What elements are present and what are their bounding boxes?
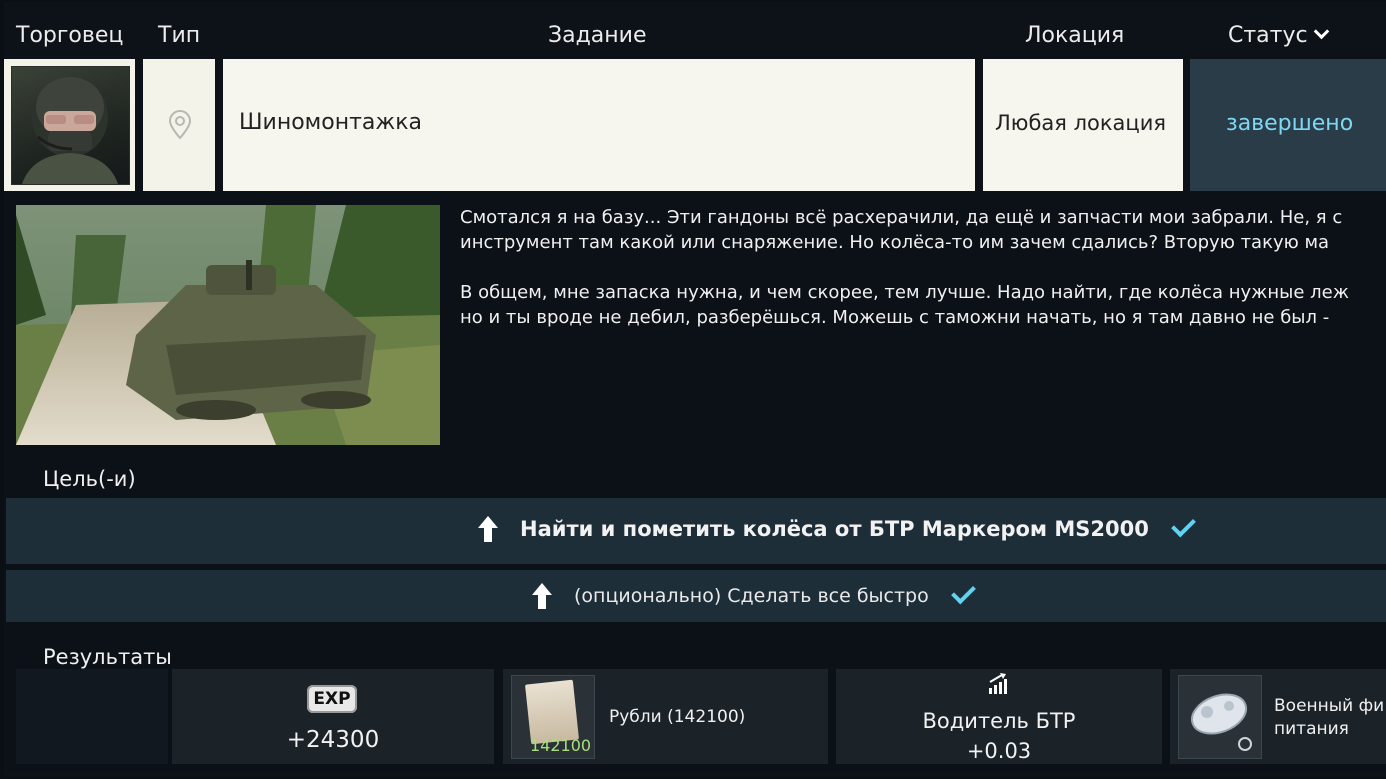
- item-label-line: Военный фи: [1274, 696, 1385, 716]
- quest-name-cell[interactable]: Шиномонтажка: [223, 59, 975, 191]
- column-header-status[interactable]: Статус: [1228, 20, 1329, 52]
- description-line: но и ты вроде не дебил, разберёшься. Мож…: [460, 307, 1330, 328]
- exp-icon: EXP: [307, 685, 357, 713]
- trader-avatar: [11, 66, 130, 185]
- arrow-up-icon: [478, 516, 498, 542]
- item-label-line: питания: [1274, 719, 1349, 739]
- reward-experience[interactable]: EXP +24300: [172, 669, 494, 764]
- column-header-trader[interactable]: Торговец: [16, 20, 123, 52]
- column-header-type[interactable]: Тип: [158, 20, 200, 52]
- arrow-up-icon: [532, 583, 552, 609]
- goals-heading: Цель(-и): [43, 467, 136, 491]
- description-paragraph-2: В общем, мне запаска нужна, и чем скорее…: [460, 280, 1386, 330]
- quest-description: Смотался я на базу... Эти гандоны всё ра…: [460, 205, 1386, 355]
- reward-slot-empty: [16, 669, 168, 764]
- reward-item[interactable]: Военный фи питания: [1170, 669, 1386, 764]
- chevron-down-icon: [1313, 23, 1329, 40]
- reward-rubles[interactable]: 142100 Рубли (142100): [503, 669, 828, 764]
- description-line: Смотался я на базу... Эти гандоны всё ра…: [460, 207, 1343, 228]
- rubles-stack-count: 142100: [530, 736, 592, 755]
- goal-text: Найти и пометить колёса от БТР Маркером …: [520, 517, 1149, 541]
- skill-up-icon: [989, 673, 1007, 694]
- results-heading: Результаты: [43, 645, 172, 669]
- map-pin-icon: [168, 110, 192, 140]
- column-header-task[interactable]: Задание: [548, 20, 647, 52]
- exp-value: +24300: [286, 727, 380, 753]
- goal-row[interactable]: Найти и пометить колёса от БТР Маркером …: [6, 498, 1386, 564]
- quest-type-cell[interactable]: [143, 59, 215, 191]
- quest-status-cell[interactable]: завершено: [1190, 59, 1386, 191]
- description-line: инструмент там какой или снаряжение. Но …: [460, 232, 1330, 253]
- goal-row[interactable]: (опционально) Сделать все быстро: [6, 570, 1386, 622]
- trader-avatar-cell[interactable]: [4, 59, 135, 191]
- quest-status: завершено: [1226, 111, 1354, 136]
- rubles-item-icon: 142100: [511, 675, 595, 759]
- goal-text: (опционально) Сделать все быстро: [574, 585, 929, 607]
- skill-name: Водитель БТР: [922, 709, 1076, 733]
- status-header-label: Статус: [1228, 23, 1308, 48]
- description-line: В общем, мне запаска нужна, и чем скорее…: [460, 282, 1349, 303]
- check-icon: [950, 579, 976, 605]
- item-label: Военный фи питания: [1274, 695, 1384, 741]
- filter-item-icon: [1178, 675, 1262, 759]
- rubles-label: Рубли (142100): [609, 707, 746, 727]
- quest-location-cell[interactable]: Любая локация: [983, 59, 1183, 191]
- reward-skill[interactable]: Водитель БТР +0.03: [836, 669, 1162, 764]
- quest-image: [16, 205, 440, 445]
- quest-name: Шиномонтажка: [239, 110, 422, 135]
- quest-location: Любая локация: [995, 111, 1166, 135]
- banknote-icon: [524, 679, 580, 745]
- column-header-location[interactable]: Локация: [1025, 20, 1124, 52]
- description-paragraph-1: Смотался я на базу... Эти гандоны всё ра…: [460, 205, 1386, 255]
- check-icon: [1170, 512, 1196, 538]
- skill-value: +0.03: [966, 739, 1032, 763]
